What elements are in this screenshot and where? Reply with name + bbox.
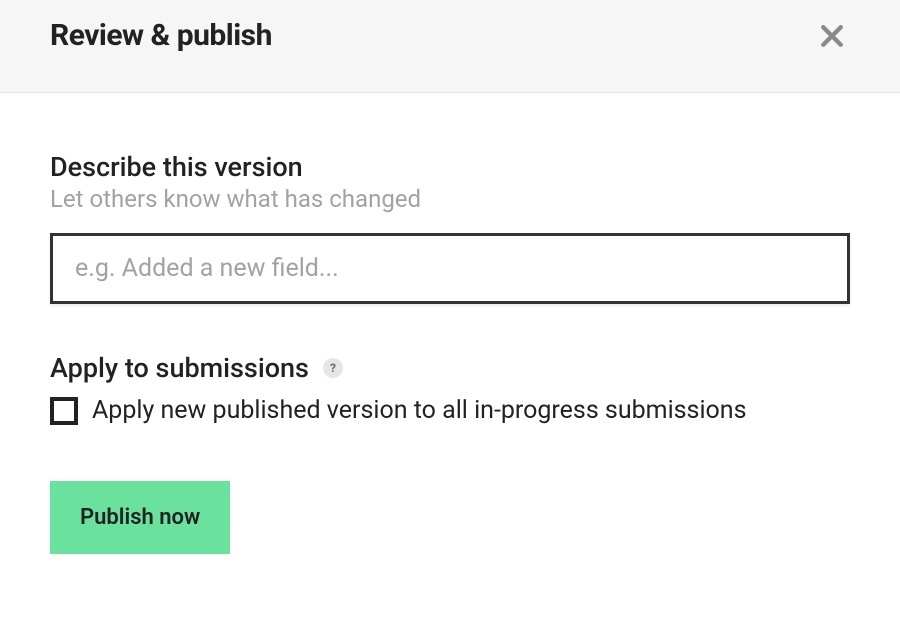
apply-title: Apply to submissions	[50, 352, 309, 384]
publish-button[interactable]: Publish now	[50, 481, 230, 554]
apply-checkbox-label: Apply new published version to all in-pr…	[92, 396, 747, 425]
help-icon[interactable]: ?	[323, 358, 343, 378]
close-icon	[817, 21, 847, 51]
version-description-input[interactable]	[50, 233, 850, 304]
close-button[interactable]	[814, 18, 850, 54]
apply-header: Apply to submissions ?	[50, 352, 850, 384]
modal-title: Review & publish	[50, 18, 272, 53]
apply-checkbox-row: Apply new published version to all in-pr…	[50, 396, 850, 425]
modal-header: Review & publish	[0, 0, 900, 93]
describe-title: Describe this version	[50, 151, 850, 183]
modal-content: Describe this version Let others know wh…	[0, 93, 900, 594]
apply-checkbox[interactable]	[50, 397, 78, 425]
apply-section: Apply to submissions ? Apply new publish…	[50, 352, 850, 425]
describe-subtitle: Let others know what has changed	[50, 185, 850, 213]
